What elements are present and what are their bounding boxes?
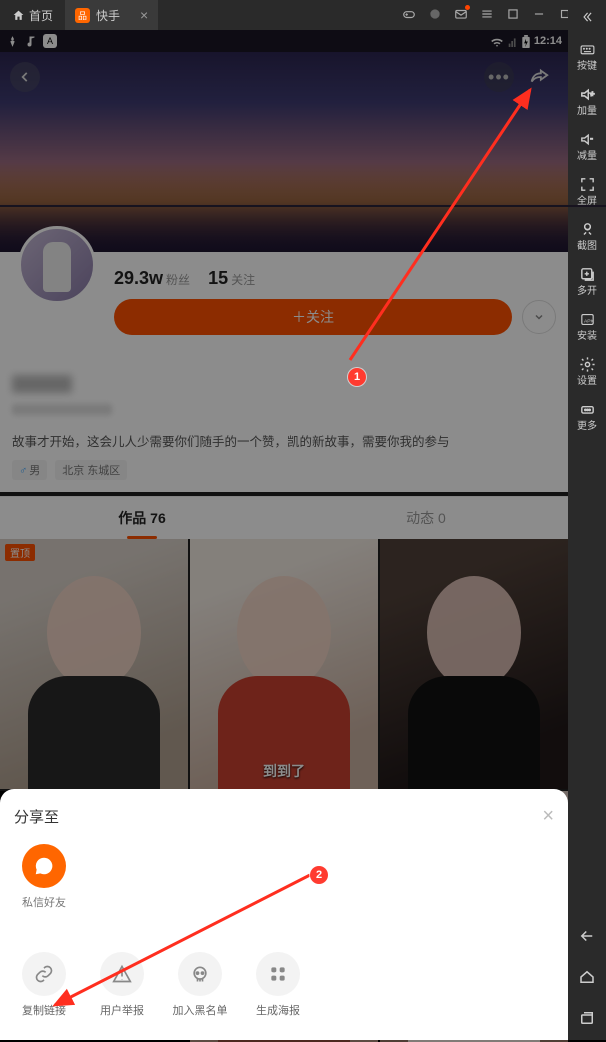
sidebar-volume-down[interactable]: -减量 bbox=[568, 123, 606, 168]
action-report[interactable]: 用户举报 bbox=[92, 952, 152, 1018]
tab-home[interactable]: 首页 bbox=[0, 0, 65, 30]
share-sheet: 分享至 × 私信好友 复制链接 用户举报 加入黑名单 生成海报 bbox=[0, 789, 568, 1040]
status-bar: A 12:14 bbox=[0, 30, 568, 52]
sidebar-install[interactable]: APK安装 bbox=[568, 303, 606, 348]
location-tag: 北京 东城区 bbox=[55, 460, 127, 480]
bio-text: 故事才开始，这会儿人少需要你们随手的一个赞，凯的新故事，需要你我的参与 bbox=[12, 434, 556, 452]
profile-card: 29.3w粉丝 15关注 ＋关注 故事才开始，这会儿人少需要你们随手的一个赞，凯… bbox=[0, 252, 568, 492]
status-time: 12:14 bbox=[534, 35, 562, 47]
action-blacklist[interactable]: 加入黑名单 bbox=[170, 952, 230, 1018]
profile-tabs: 作品 76 动态 0 bbox=[0, 496, 568, 539]
phone-screen: A 12:14 ••• 29.3w粉丝 15关注 ＋关注 bbox=[0, 30, 568, 1040]
tab-works[interactable]: 作品 76 bbox=[0, 497, 284, 539]
svg-text:-: - bbox=[590, 135, 593, 143]
pin-badge: 置顶 bbox=[5, 544, 35, 561]
sheet-close-icon[interactable]: × bbox=[542, 805, 554, 828]
grid-caption: 到到了 bbox=[190, 761, 378, 781]
nav-home-icon[interactable] bbox=[578, 958, 596, 999]
grid-item[interactable]: 置顶 bbox=[0, 539, 188, 790]
action-poster[interactable]: 生成海报 bbox=[248, 952, 308, 1018]
emulator-sidebar: 按键 +加量 -减量 全屏 截图 多开 APK安装 设置 更多 bbox=[568, 0, 606, 1040]
link-icon bbox=[22, 952, 66, 996]
wifi-icon bbox=[490, 36, 504, 47]
tab-home-label: 首页 bbox=[29, 7, 53, 24]
share-to-friend[interactable]: 私信好友 bbox=[14, 844, 74, 910]
follow-dropdown[interactable] bbox=[522, 300, 556, 334]
sidebar-collapse-icon[interactable] bbox=[580, 4, 594, 33]
gamepad-icon[interactable] bbox=[402, 7, 416, 24]
back-button[interactable] bbox=[10, 62, 40, 92]
warning-icon bbox=[100, 952, 144, 996]
sheet-title: 分享至 bbox=[14, 806, 59, 827]
app-icon: 品 bbox=[75, 8, 90, 23]
sidebar-multi[interactable]: 多开 bbox=[568, 258, 606, 303]
status-note-icon bbox=[25, 35, 37, 47]
sidebar-settings[interactable]: 设置 bbox=[568, 348, 606, 393]
follow-count: 15 bbox=[208, 268, 228, 288]
minimize-icon[interactable] bbox=[532, 7, 546, 24]
mail-icon[interactable] bbox=[454, 7, 468, 24]
menu-icon[interactable] bbox=[480, 7, 494, 24]
fans-count: 29.3w bbox=[114, 268, 163, 288]
grid-item[interactable]: 到到了 bbox=[190, 539, 378, 790]
sidebar-volume-up[interactable]: +加量 bbox=[568, 78, 606, 123]
more-button[interactable]: ••• bbox=[484, 62, 514, 92]
avatar[interactable] bbox=[18, 226, 96, 304]
nav-recents-icon[interactable] bbox=[578, 999, 596, 1040]
user-icon[interactable] bbox=[428, 7, 442, 24]
svg-text:APK: APK bbox=[583, 318, 594, 324]
skull-icon bbox=[178, 952, 222, 996]
sidebar-screenshot[interactable]: 截图 bbox=[568, 213, 606, 258]
signal-icon bbox=[508, 35, 518, 47]
svg-text:+: + bbox=[590, 90, 594, 98]
profile-cover: ••• bbox=[0, 52, 568, 252]
expand-icon[interactable] bbox=[506, 7, 520, 24]
battery-icon bbox=[522, 35, 530, 48]
profile-stats: 29.3w粉丝 15关注 bbox=[114, 264, 556, 289]
tab-app[interactable]: 品 快手 × bbox=[65, 0, 158, 30]
emulator-titlebar: 首页 品 快手 × bbox=[0, 0, 606, 30]
friend-icon bbox=[22, 844, 66, 888]
status-a-icon: A bbox=[43, 34, 57, 48]
username bbox=[12, 375, 72, 393]
tab-moments[interactable]: 动态 0 bbox=[284, 497, 568, 539]
qr-icon bbox=[256, 952, 300, 996]
gender-tag: ♂男 bbox=[12, 460, 47, 480]
sidebar-keys[interactable]: 按键 bbox=[568, 33, 606, 78]
user-id bbox=[12, 404, 112, 415]
follow-button[interactable]: ＋关注 bbox=[114, 299, 512, 335]
action-copy-link[interactable]: 复制链接 bbox=[14, 952, 74, 1018]
tab-close-icon[interactable]: × bbox=[140, 7, 148, 23]
sidebar-more[interactable]: 更多 bbox=[568, 393, 606, 438]
share-button[interactable] bbox=[524, 62, 554, 92]
status-app-icon bbox=[6, 35, 19, 48]
grid-item[interactable] bbox=[380, 539, 568, 790]
tab-app-label: 快手 bbox=[96, 7, 120, 24]
nav-back-icon[interactable] bbox=[578, 917, 596, 958]
